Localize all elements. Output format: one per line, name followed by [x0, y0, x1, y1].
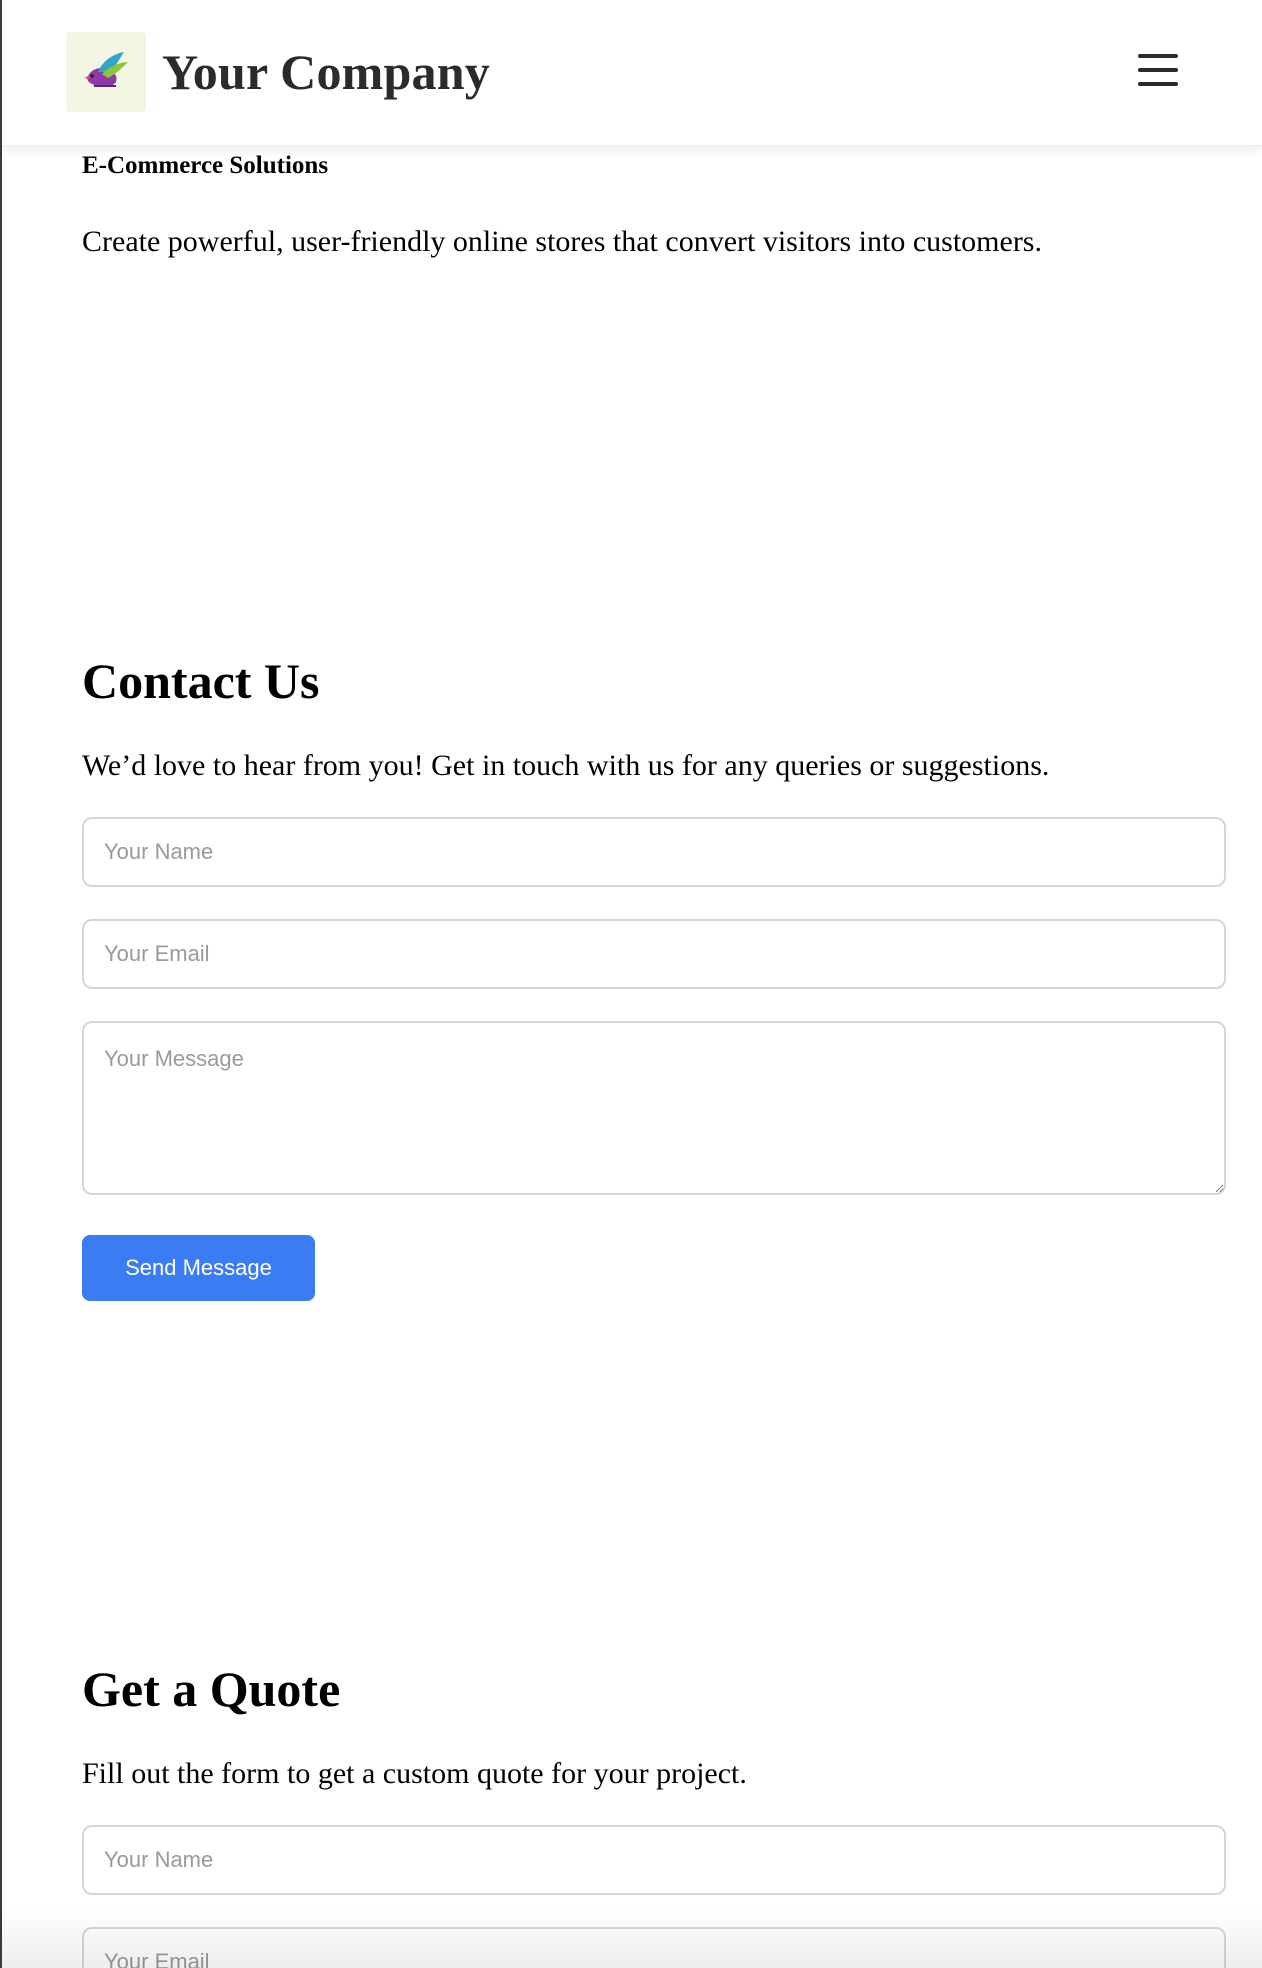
- contact-heading: Contact Us: [82, 653, 320, 709]
- menu-button[interactable]: [1128, 48, 1188, 92]
- quote-name-input[interactable]: [82, 1825, 1226, 1895]
- site-header: Your Company: [0, 0, 1262, 146]
- quote-heading: Get a Quote: [82, 1661, 341, 1717]
- quote-intro: Fill out the form to get a custom quote …: [82, 1757, 747, 1790]
- quote-email-input[interactable]: [82, 1927, 1226, 1968]
- contact-email-input[interactable]: [82, 919, 1226, 989]
- service-title: E-Commerce Solutions: [82, 152, 329, 179]
- company-name[interactable]: Your Company: [162, 40, 490, 104]
- contact-name-input[interactable]: [82, 817, 1226, 887]
- window-edge: [0, 0, 2, 1968]
- contact-message-textarea[interactable]: [82, 1021, 1226, 1195]
- bird-logo-icon: [84, 52, 128, 87]
- contact-intro: We’d love to hear from you! Get in touch…: [82, 749, 1050, 782]
- service-description: Create powerful, user-friendly online st…: [82, 225, 1042, 258]
- send-message-button[interactable]: Send Message: [82, 1235, 315, 1301]
- company-logo[interactable]: [66, 32, 146, 112]
